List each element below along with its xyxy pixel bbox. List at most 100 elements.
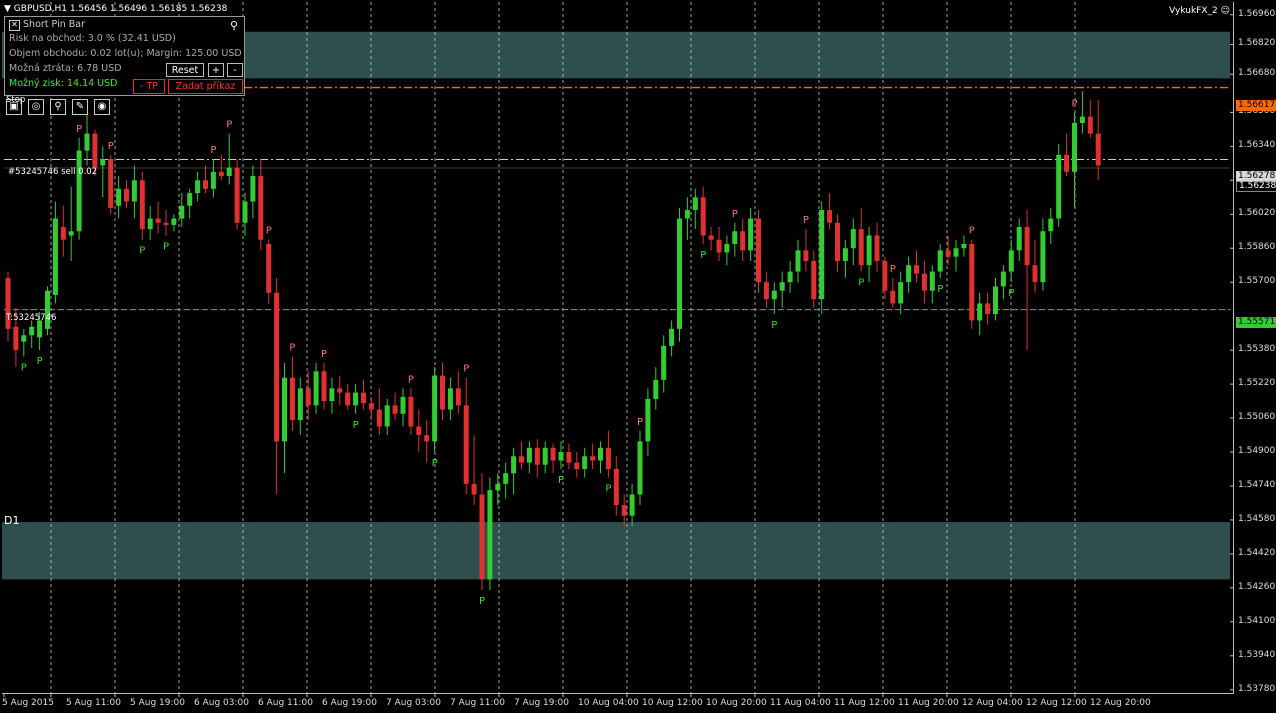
- time-tick-label: 11 Aug 20:00: [898, 698, 959, 708]
- candle-body: [803, 250, 809, 261]
- candle-body: [195, 180, 201, 194]
- candle-body: [605, 447, 611, 469]
- candle-body: [953, 248, 959, 257]
- reset-button[interactable]: Reset: [166, 63, 204, 77]
- candle-body: [1072, 122, 1077, 172]
- candle-body: [1087, 116, 1093, 134]
- candle-body: [226, 167, 232, 177]
- candle-body: [542, 447, 548, 465]
- candle-body: [771, 290, 777, 300]
- price-tick-label: 1.55220: [1238, 378, 1276, 389]
- candle-body: [163, 222, 169, 225]
- candle-body: [653, 379, 659, 399]
- candle-body: [45, 290, 50, 329]
- candle-body: [519, 456, 524, 463]
- candlestick-chart[interactable]: P P P P P P P P P P P P P P P P P P P P P P P P P P P P P: [0, 0, 1276, 713]
- candle-body: [455, 388, 461, 406]
- candle-body: [740, 231, 746, 251]
- object-icon-3[interactable]: ⚲: [50, 99, 66, 115]
- candle-body: [131, 180, 137, 202]
- pin-marker-bull: P: [432, 458, 438, 469]
- candle-body: [787, 271, 793, 283]
- candle-body: [124, 188, 129, 202]
- candle-body: [708, 235, 714, 240]
- price-tick-label: 1.55060: [1238, 412, 1276, 423]
- object-icon-2[interactable]: ◎: [28, 99, 44, 115]
- candle-body: [661, 345, 667, 380]
- candle-body: [511, 456, 517, 474]
- pin-marker-bull: P: [479, 596, 485, 607]
- candle-body: [463, 405, 469, 484]
- candle-body: [210, 171, 216, 189]
- candle-body: [376, 409, 382, 427]
- pin-marker-bull: P: [858, 278, 864, 289]
- plus-button[interactable]: +: [208, 63, 224, 77]
- candle-body: [479, 494, 485, 580]
- candle-body: [558, 452, 564, 461]
- time-tick-label: 12 Aug 12:00: [1026, 698, 1087, 708]
- candle-body: [637, 441, 643, 495]
- candle-body: [250, 176, 256, 202]
- candle-body: [929, 271, 935, 291]
- candle-body: [945, 250, 951, 257]
- pin-marker-bear: P: [321, 349, 327, 360]
- candle-body: [179, 205, 185, 219]
- sell-order-label: #53245746 sell 0.02: [8, 167, 98, 177]
- pin-marker-bull: P: [558, 475, 564, 486]
- candle-body: [669, 328, 675, 346]
- candle-body: [424, 435, 430, 442]
- candle-body: [52, 218, 58, 295]
- dropdown-triangle-icon[interactable]: ▼: [4, 4, 11, 14]
- pin-marker-bear: P: [408, 374, 414, 385]
- time-tick-label: 7 Aug 19:00: [514, 698, 569, 708]
- pin-marker-bear: P: [289, 342, 295, 353]
- object-icon-5[interactable]: ◉: [94, 99, 110, 115]
- time-tick-label: 5 Aug 2015: [2, 698, 54, 708]
- pin-marker-bull: P: [21, 362, 27, 373]
- pin-marker-bear: P: [732, 209, 738, 220]
- pin-marker-bear: P: [210, 145, 216, 156]
- profit-text: Možný zisk: 14.14 USD: [9, 78, 118, 89]
- candle-body: [471, 483, 477, 495]
- candle-body: [819, 210, 825, 300]
- candle-body: [447, 388, 453, 410]
- candle-body: [368, 403, 374, 410]
- support-resistance-zone: [2, 522, 1230, 580]
- candle-body: [84, 133, 90, 151]
- pin-marker-bear: P: [226, 120, 232, 131]
- tp-button[interactable]: - TP: [133, 79, 165, 94]
- minus-button[interactable]: -: [227, 63, 243, 77]
- time-tick-label: 10 Aug 04:00: [578, 698, 639, 708]
- price-tick-label: 1.56820: [1238, 38, 1276, 49]
- candle-body: [882, 260, 888, 291]
- candle-body: [526, 447, 532, 463]
- close-icon[interactable]: ✕: [9, 20, 20, 31]
- price-tick-label: 1.54260: [1238, 581, 1276, 592]
- candle-body: [1008, 250, 1014, 272]
- candle-body: [827, 210, 833, 223]
- price-tick-label: 1.55380: [1238, 344, 1276, 355]
- candle-body: [629, 494, 635, 516]
- candle-body: [993, 286, 998, 315]
- risk-text: Risk na obchod: 3.0 % (32.41 USD): [9, 33, 176, 44]
- candle-body: [677, 218, 682, 329]
- candle-body: [716, 239, 722, 253]
- candle-body: [1032, 265, 1038, 283]
- candle-body: [763, 282, 769, 300]
- place-order-button[interactable]: Zadat příkaz: [168, 79, 243, 94]
- candle-body: [1064, 154, 1070, 172]
- candle-body: [779, 282, 785, 291]
- pin-marker-bull: P: [771, 320, 777, 331]
- time-tick-label: 5 Aug 11:00: [66, 698, 121, 708]
- time-tick-label: 11 Aug 12:00: [834, 698, 895, 708]
- pin-icon[interactable]: ⚲: [230, 19, 238, 32]
- candle-body: [732, 231, 738, 244]
- candle-body: [21, 335, 27, 342]
- bid-price-box: 1.56238: [1236, 181, 1276, 192]
- candle-body: [432, 375, 438, 442]
- candle-body: [100, 159, 106, 166]
- candle-body: [1048, 218, 1054, 232]
- candle-body: [906, 265, 912, 283]
- object-icon-4[interactable]: ✎: [72, 99, 88, 115]
- candle-body: [621, 505, 627, 516]
